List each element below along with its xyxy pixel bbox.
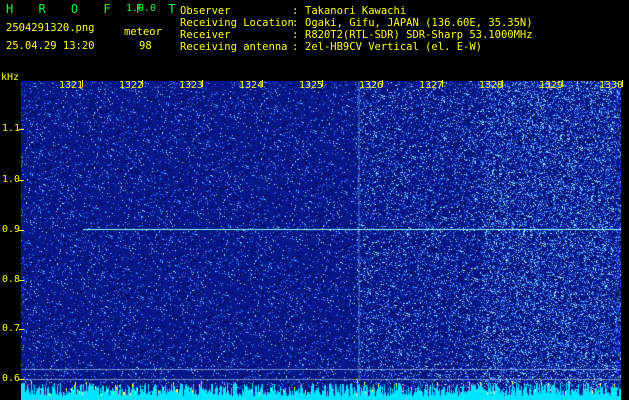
x-tick-label: 1330 xyxy=(599,80,624,91)
detection-label: meteor xyxy=(124,26,162,38)
y-tick-mark xyxy=(19,180,24,181)
info-label-location: Receiving Location xyxy=(180,17,294,29)
observation-datetime: 25.04.29 13:20 xyxy=(6,40,95,52)
y-tick-mark xyxy=(19,129,24,130)
info-separator: : xyxy=(292,5,299,17)
info-label-antenna: Receiving antenna xyxy=(180,41,288,53)
y-axis-unit: kHz xyxy=(1,72,20,83)
y-tick-mark xyxy=(19,329,24,330)
spectrogram-image xyxy=(21,81,621,400)
y-tick-mark xyxy=(19,379,24,380)
hrofft-window: H R O F F T 1.0.0 2504291320.png 25.04.2… xyxy=(0,0,629,400)
x-tick-label: 1326 xyxy=(359,80,384,91)
info-label-observer: Observer xyxy=(180,5,231,17)
y-tick-label: 0.9 xyxy=(2,224,21,235)
x-tick-label: 1324 xyxy=(239,80,264,91)
x-tick-label: 1322 xyxy=(119,80,144,91)
info-value-location: Ogaki, Gifu, JAPAN (136.60E, 35.35N) xyxy=(305,17,533,29)
y-tick-label: 0.6 xyxy=(2,373,21,384)
x-tick-label: 1321 xyxy=(59,80,84,91)
file-name: 2504291320.png xyxy=(6,22,95,34)
x-tick-label: 1327 xyxy=(419,80,444,91)
y-tick-label: 1.0 xyxy=(2,174,21,185)
y-tick-label: 0.8 xyxy=(2,274,21,285)
x-tick-label: 1325 xyxy=(299,80,324,91)
y-tick-label: 0.7 xyxy=(2,323,21,334)
y-tick-mark xyxy=(19,280,24,281)
x-tick-label: 1323 xyxy=(179,80,204,91)
app-title: H R O F F T xyxy=(6,2,185,16)
info-value-receiver: R820T2(RTL-SDR) SDR-Sharp 53.1000MHz xyxy=(305,29,533,41)
info-separator: : xyxy=(292,29,299,41)
info-separator: : xyxy=(292,41,299,53)
info-value-antenna: 2el-HB9CV Vertical (el. E-W) xyxy=(305,41,483,53)
info-separator: : xyxy=(292,17,299,29)
info-value-observer: Takanori Kawachi xyxy=(305,5,407,17)
y-tick-mark xyxy=(19,230,24,231)
app-version: 1.0.0 xyxy=(126,3,157,14)
info-label-receiver: Receiver xyxy=(180,29,231,41)
y-tick-label: 1.1 xyxy=(2,123,21,134)
x-tick-label: 1329 xyxy=(539,80,564,91)
detection-count: 98 xyxy=(139,40,152,52)
x-tick-label: 1328 xyxy=(479,80,504,91)
